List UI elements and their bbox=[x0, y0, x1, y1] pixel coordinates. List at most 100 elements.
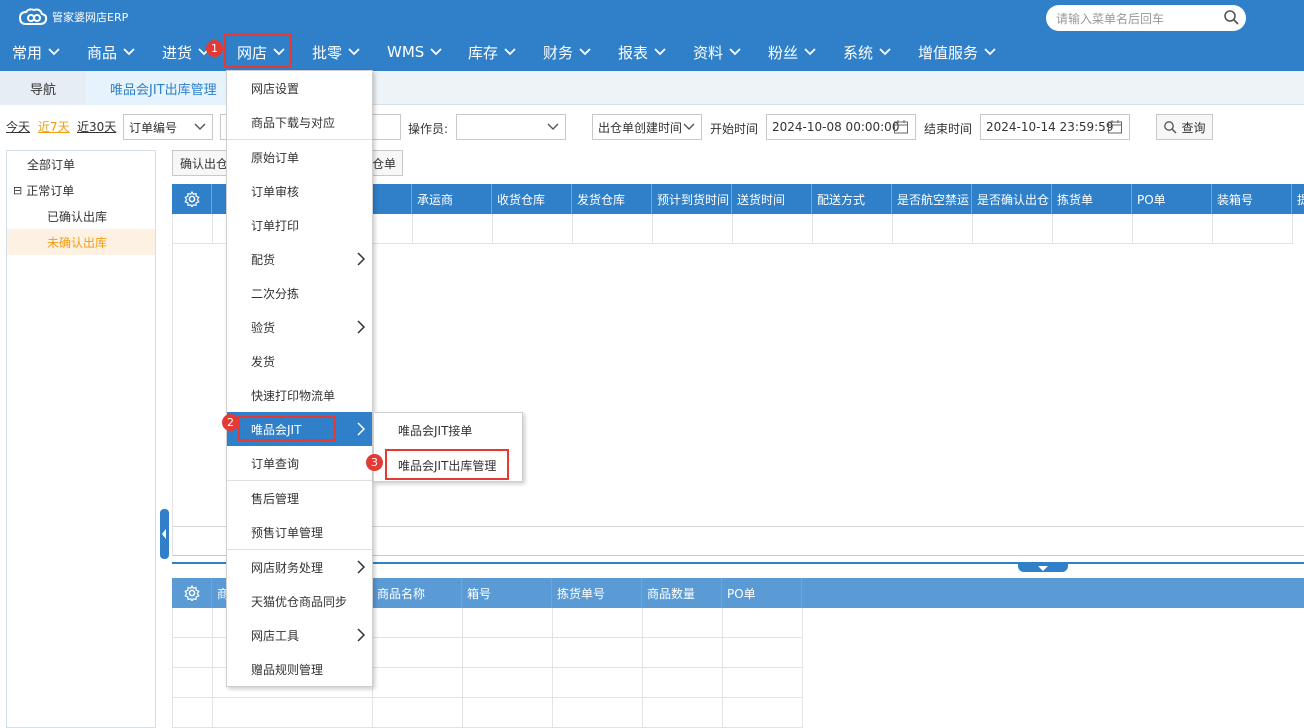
toolbar-button[interactable]: 仓单 bbox=[372, 150, 403, 176]
menu-item-tmall-sync[interactable]: 天猫优仓商品同步 bbox=[227, 584, 372, 618]
submenu-item-jit-order[interactable]: 唯品会JIT接单 bbox=[374, 413, 522, 448]
nav-zengzhi[interactable]: 增值服务 bbox=[918, 34, 996, 70]
menu-item-picking[interactable]: 配货 bbox=[227, 242, 372, 276]
calendar-icon[interactable] bbox=[1107, 119, 1123, 135]
column-header[interactable]: 预计到货时间 bbox=[652, 184, 732, 214]
nav-ziliao[interactable]: 资料 bbox=[693, 34, 741, 70]
nav-label: 增值服务 bbox=[918, 43, 979, 62]
end-time-input[interactable]: 2024-10-14 23:59:59 bbox=[980, 114, 1130, 140]
menu-item-gift-rules[interactable]: 赠品规则管理 bbox=[227, 652, 372, 686]
calendar-icon[interactable] bbox=[893, 119, 909, 135]
menu-item-after-sales[interactable]: 售后管理 bbox=[227, 481, 372, 515]
grid-cell bbox=[553, 668, 643, 698]
column-header[interactable]: 拣货单号 bbox=[552, 578, 642, 608]
column-header[interactable]: 装箱号 bbox=[1212, 184, 1292, 214]
grid-settings[interactable] bbox=[172, 578, 212, 608]
grid-cell bbox=[553, 638, 643, 668]
menu-item-store-settings[interactable]: 网店设置 bbox=[227, 71, 372, 105]
quick-today[interactable]: 今天 bbox=[6, 118, 30, 135]
menu-item-quick-print-waybill[interactable]: 快速打印物流单 bbox=[227, 378, 372, 412]
nav-caiwu[interactable]: 财务 bbox=[543, 34, 591, 70]
column-header[interactable]: 箱号 bbox=[462, 578, 552, 608]
grid-cell bbox=[173, 668, 213, 698]
search-icon[interactable] bbox=[1223, 9, 1240, 26]
chevron-down-icon bbox=[48, 48, 60, 56]
gear-icon[interactable] bbox=[183, 585, 200, 601]
menu-item-secondary-sort[interactable]: 二次分拣 bbox=[227, 276, 372, 310]
menu-item-shipping[interactable]: 发货 bbox=[227, 344, 372, 378]
query-button[interactable]: 查询 bbox=[1156, 114, 1213, 140]
column-header[interactable]: 收货仓库 bbox=[492, 184, 572, 214]
panel-collapse-toggle[interactable] bbox=[1018, 562, 1068, 572]
menu-item-raw-orders[interactable]: 原始订单 bbox=[227, 140, 372, 174]
tab-navigation[interactable]: 导航 bbox=[0, 71, 86, 105]
nav-baobiao[interactable]: 报表 bbox=[618, 34, 666, 70]
column-header[interactable]: PO单 bbox=[722, 578, 802, 608]
grid-cell bbox=[463, 698, 553, 728]
column-header[interactable]: PO单 bbox=[1132, 184, 1212, 214]
column-header[interactable]: 是否确认出仓 bbox=[972, 184, 1052, 214]
grid-cell bbox=[643, 668, 723, 698]
grid-cell bbox=[973, 214, 1053, 244]
column-header[interactable]: 拣货单 bbox=[1052, 184, 1132, 214]
column-header[interactable]: 配送方式 bbox=[812, 184, 892, 214]
time-field-select[interactable]: 出仓单创建时间 bbox=[592, 114, 702, 140]
grid-settings[interactable] bbox=[172, 184, 212, 214]
nav-label: 进货 bbox=[162, 43, 193, 62]
nav-wms[interactable]: WMS bbox=[387, 34, 442, 70]
column-header[interactable]: 提 bbox=[1292, 184, 1304, 214]
menu-item-product-download[interactable]: 商品下载与对应 bbox=[227, 105, 372, 139]
start-time-input[interactable]: 2024-10-08 00:00:00 bbox=[766, 114, 916, 140]
tree-item-unconfirmed[interactable]: 未确认出库 bbox=[7, 229, 155, 255]
menu-item-order-review[interactable]: 订单审核 bbox=[227, 174, 372, 208]
nav-kucun[interactable]: 库存 bbox=[468, 34, 516, 70]
column-header[interactable]: 送货时间 bbox=[732, 184, 812, 214]
operator-select[interactable] bbox=[456, 114, 566, 140]
select-value: 出仓单创建时间 bbox=[598, 120, 683, 135]
sidebar-toggle[interactable] bbox=[160, 509, 169, 559]
quick-last7[interactable]: 近7天 bbox=[38, 118, 70, 135]
order-field-select[interactable]: 订单编号 bbox=[123, 114, 213, 140]
nav-xitong[interactable]: 系统 bbox=[843, 34, 891, 70]
nav-fensi[interactable]: 粉丝 bbox=[768, 34, 816, 70]
column-header[interactable]: 商品名称 bbox=[372, 578, 462, 608]
chevron-right-icon bbox=[357, 320, 366, 334]
menu-item-presale-orders[interactable]: 预售订单管理 bbox=[227, 515, 372, 549]
nav-piling[interactable]: 批零 bbox=[312, 34, 360, 70]
nav-jinhuo[interactable]: 进货 bbox=[162, 34, 210, 70]
column-header[interactable]: 商品数量 bbox=[642, 578, 722, 608]
nav-changyong[interactable]: 常用 bbox=[12, 34, 60, 70]
menu-item-order-query[interactable]: 订单查询 bbox=[227, 446, 372, 480]
nav-label: 库存 bbox=[468, 43, 499, 62]
chevron-down-icon bbox=[879, 48, 891, 56]
menu-item-store-finance[interactable]: 网店财务处理 bbox=[227, 550, 372, 584]
quick-last30[interactable]: 近30天 bbox=[77, 118, 116, 135]
tree-item-all[interactable]: 全部订单 bbox=[7, 151, 155, 177]
chevron-down-icon bbox=[504, 48, 516, 56]
column-header[interactable]: 承运商 bbox=[412, 184, 492, 214]
chevron-down-icon bbox=[683, 123, 695, 130]
step-badge-3: 3 bbox=[366, 454, 383, 471]
nav-shangpin[interactable]: 商品 bbox=[87, 34, 135, 70]
tree-item-normal[interactable]: ⊟ 正常订单 bbox=[7, 177, 155, 203]
tree-item-confirmed[interactable]: 已确认出库 bbox=[7, 203, 155, 229]
menu-item-inspection[interactable]: 验货 bbox=[227, 310, 372, 344]
highlight-box-jit-outbound bbox=[385, 449, 509, 480]
tab-jit-outbound[interactable]: 唯品会JIT出库管理 bbox=[86, 71, 236, 105]
column-header[interactable]: 是否航空禁运 bbox=[892, 184, 972, 214]
collapse-icon[interactable]: ⊟ bbox=[13, 184, 22, 197]
grid-cell bbox=[493, 214, 573, 244]
menu-item-order-print[interactable]: 订单打印 bbox=[227, 208, 372, 242]
confirm-outbound-button[interactable]: 确认出仓 bbox=[172, 150, 232, 176]
gear-icon[interactable] bbox=[183, 191, 200, 207]
grid-cell bbox=[373, 668, 463, 698]
chevron-down-icon bbox=[984, 48, 996, 56]
grid-cell bbox=[723, 608, 803, 638]
menu-label: 网店工具 bbox=[251, 628, 300, 643]
grid-cell bbox=[573, 214, 653, 244]
app-logo[interactable]: 管家婆网店ERP bbox=[18, 7, 128, 27]
column-header[interactable]: 发货仓库 bbox=[572, 184, 652, 214]
start-time-label: 开始时间 bbox=[710, 122, 759, 136]
menu-item-store-tools[interactable]: 网店工具 bbox=[227, 618, 372, 652]
menu-search-input[interactable]: 请输入菜单名后回车 bbox=[1046, 5, 1246, 31]
